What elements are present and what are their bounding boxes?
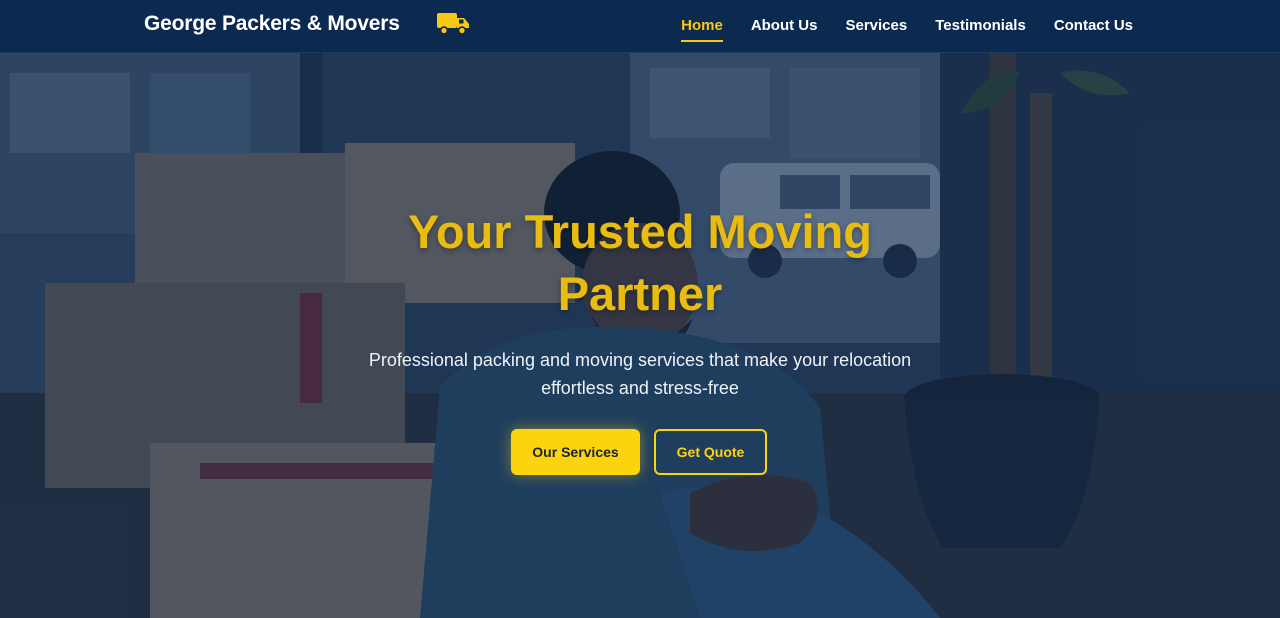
brand-name[interactable]: George Packers & Movers <box>144 12 400 36</box>
nav-home[interactable]: Home <box>681 17 723 42</box>
navbar: George Packers & Movers Home About Us Se… <box>0 0 1280 53</box>
hero-content: Your Trusted Moving Partner Professional… <box>0 53 1280 618</box>
our-services-button[interactable]: Our Services <box>511 429 640 475</box>
hero-title: Your Trusted Moving Partner <box>408 205 872 320</box>
nav-about-us[interactable]: About Us <box>751 17 818 42</box>
nav-services[interactable]: Services <box>845 17 907 42</box>
truck-icon <box>437 13 469 35</box>
get-quote-button[interactable]: Get Quote <box>654 429 767 475</box>
nav-contact-us[interactable]: Contact Us <box>1054 17 1133 42</box>
nav-testimonials[interactable]: Testimonials <box>935 17 1026 42</box>
main-nav: Home About Us Services Testimonials Cont… <box>681 17 1133 42</box>
hero-subtitle: Professional packing and moving services… <box>368 350 912 398</box>
hero-section: Your Trusted Moving Partner Professional… <box>0 53 1280 618</box>
